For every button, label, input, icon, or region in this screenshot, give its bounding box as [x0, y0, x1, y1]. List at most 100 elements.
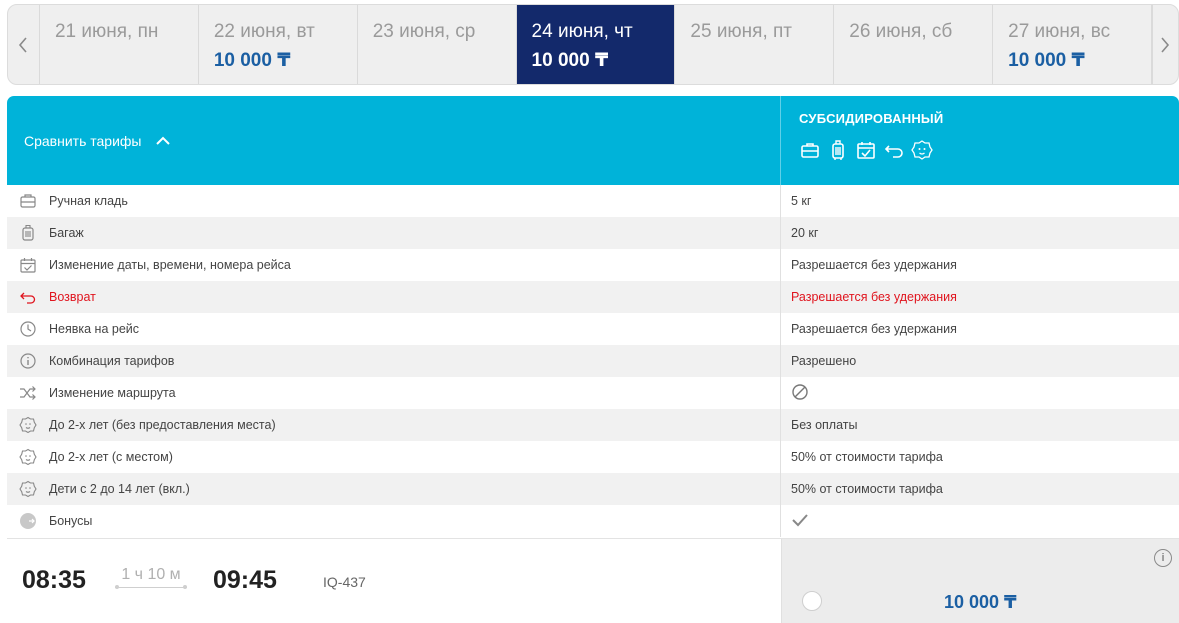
table-row: До 2-х лет (с местом) 50% от стоимости т… [7, 441, 1179, 473]
table-row: Комбинация тарифов Разрешено [7, 345, 1179, 377]
calendar-check-icon [855, 139, 877, 161]
table-row: Багаж 20 кг [7, 217, 1179, 249]
departure-time: 08:35 [22, 566, 86, 594]
shuffle-icon [18, 383, 38, 403]
table-row: Неявка на рейс Разрешается без удержания [7, 313, 1179, 345]
row-value: Без оплаты [791, 418, 858, 432]
row-value-cell [781, 377, 1179, 409]
flight-duration: 1 ч 10 м [121, 566, 181, 583]
row-value: Разрешается без удержания [791, 290, 957, 304]
table-row: Дети с 2 до 14 лет (вкл.) 50% от стоимос… [7, 473, 1179, 505]
date-label: 21 июня, пн [54, 21, 159, 42]
date-label: 24 июня, чт [531, 21, 633, 42]
date-label: 25 июня, пт [690, 21, 793, 42]
row-label: Ручная кладь [49, 194, 128, 208]
row-label: Комбинация тарифов [49, 354, 175, 368]
calendar-check-icon [18, 255, 38, 275]
flight-row: 08:35 1 ч 10 м 09:45 IQ-437 i 10 000 ₸ [7, 538, 1179, 623]
row-value-cell [781, 505, 1179, 537]
flight-info: 08:35 1 ч 10 м 09:45 IQ-437 [7, 539, 781, 623]
row-label-cell: Дети с 2 до 14 лет (вкл.) [7, 473, 781, 505]
info-icon[interactable]: i [1154, 549, 1172, 567]
date-label: 27 июня, вс [1008, 21, 1111, 42]
date-selector: 21 июня, пн 22 июня, вт 10 000 ₸ 23 июня… [7, 4, 1179, 85]
row-label-cell: До 2-х лет (с местом) [7, 441, 781, 473]
row-value: Разрешается без удержания [791, 322, 957, 336]
next-dates-arrow-icon[interactable] [1151, 5, 1178, 84]
duration-line [115, 585, 187, 589]
flight-number: IQ-437 [323, 574, 366, 590]
row-label: Бонусы [49, 514, 93, 528]
baby-face-icon [18, 447, 38, 467]
compare-fares-toggle[interactable]: Сравнить тарифы [7, 96, 781, 185]
table-row: Изменение маршрута [7, 377, 1179, 409]
date-tab[interactable]: 26 июня, сб [834, 5, 994, 84]
table-row: Возврат Разрешается без удержания [7, 281, 1179, 313]
date-tab[interactable]: 27 июня, вс 10 000 ₸ [993, 5, 1152, 84]
date-tab-selected[interactable]: 24 июня, чт 10 000 ₸ [516, 5, 676, 84]
checkmark-icon [791, 511, 809, 532]
row-label-cell: Неявка на рейс [7, 313, 781, 345]
date-tab[interactable]: 25 июня, пт [675, 5, 835, 84]
row-value: 20 кг [791, 226, 819, 240]
arrival-time: 09:45 [213, 566, 277, 594]
fare-feature-icons [799, 139, 1179, 161]
row-label: Возврат [49, 290, 96, 304]
baby-face-icon [911, 139, 933, 161]
row-label: Изменение маршрута [49, 386, 176, 400]
luggage-icon [18, 223, 38, 243]
row-label-cell: Изменение даты, времени, номера рейса [7, 249, 781, 281]
return-arrow-icon [883, 139, 905, 161]
date-price: 10 000 ₸ [213, 50, 291, 71]
row-label: До 2-х лет (с местом) [49, 450, 173, 464]
row-value: 50% от стоимости тарифа [791, 482, 943, 496]
row-label: Багаж [49, 226, 84, 240]
table-row: Бонусы [7, 505, 1179, 537]
row-label-cell: Возврат [7, 281, 781, 313]
table-row: Изменение даты, времени, номера рейса Ра… [7, 249, 1179, 281]
bonus-icon [18, 511, 38, 531]
row-label: Неявка на рейс [49, 322, 140, 336]
date-price: 10 000 ₸ [531, 50, 609, 71]
date-price: 10 000 ₸ [1008, 50, 1085, 71]
luggage-icon [827, 139, 849, 161]
row-label: Дети с 2 до 14 лет (вкл.) [49, 482, 190, 496]
fare-price: 10 000 ₸ [944, 592, 1017, 612]
table-row: Ручная кладь 5 кг [7, 185, 1179, 217]
briefcase-icon [18, 191, 38, 211]
row-label: Изменение даты, времени, номера рейса [49, 258, 291, 272]
fare-name: СУБСИДИРОВАННЫЙ [799, 111, 944, 126]
row-value: Разрешается без удержания [791, 258, 957, 272]
row-label-cell: Комбинация тарифов [7, 345, 781, 377]
fare-price-cell[interactable]: i 10 000 ₸ [781, 539, 1179, 623]
date-label: 22 июня, вт [213, 21, 315, 42]
fare-column-header: СУБСИДИРОВАННЫЙ [781, 96, 1179, 185]
fare-comparison-table: Ручная кладь 5 кг Багаж 20 кг Изменение … [7, 185, 1179, 537]
table-row: До 2-х лет (без предоставления места) Бе… [7, 409, 1179, 441]
fare-header: Сравнить тарифы СУБСИДИРОВАННЫЙ [7, 96, 1179, 185]
baby-face-icon [18, 479, 38, 499]
date-label: 26 июня, сб [849, 21, 953, 42]
row-value: Разрешено [791, 354, 857, 368]
row-label-cell: Багаж [7, 217, 781, 249]
briefcase-icon [799, 139, 821, 161]
info-circle-icon [18, 351, 38, 371]
date-tab[interactable]: 22 июня, вт 10 000 ₸ [199, 5, 358, 84]
clock-icon [18, 319, 38, 339]
date-label: 23 июня, ср [372, 21, 476, 42]
row-label-cell: Бонусы [7, 505, 781, 537]
chevron-up-icon [155, 136, 170, 145]
fare-select-radio[interactable] [802, 591, 822, 611]
date-tab[interactable]: 21 июня, пн [40, 5, 199, 84]
compare-fares-label: Сравнить тарифы [24, 132, 142, 149]
row-label: До 2-х лет (без предоставления места) [49, 418, 276, 432]
row-label-cell: Изменение маршрута [7, 377, 781, 409]
prev-dates-arrow-icon[interactable] [8, 5, 40, 84]
baby-face-icon [18, 415, 38, 435]
row-label-cell: Ручная кладь [7, 185, 781, 217]
date-tab[interactable]: 23 июня, ср [358, 5, 517, 84]
not-allowed-icon [791, 383, 809, 404]
row-value: 5 кг [791, 194, 812, 208]
row-label-cell: До 2-х лет (без предоставления места) [7, 409, 781, 441]
return-arrow-icon [18, 287, 38, 307]
